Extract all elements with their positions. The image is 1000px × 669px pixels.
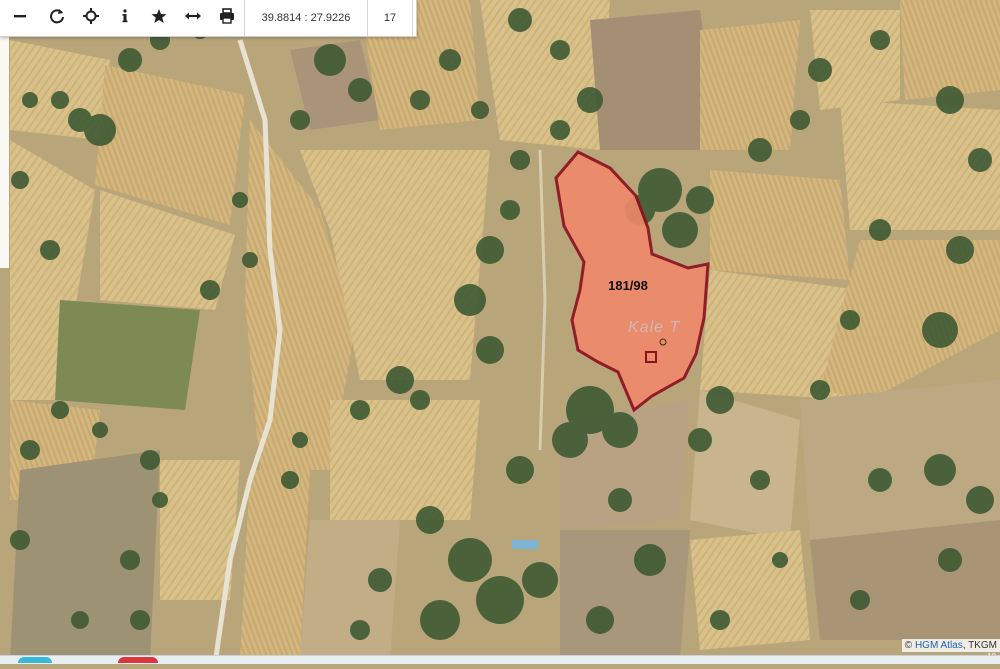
parcel-overlay: 181/98 Kale T	[554, 150, 710, 413]
place-name-label: Kale T	[628, 319, 680, 336]
arrows-horizontal-icon	[185, 8, 201, 29]
crosshair-icon	[83, 7, 99, 29]
map-toolbar: 39.8814 : 27.9226 17	[0, 0, 417, 37]
refresh-button[interactable]	[40, 0, 74, 36]
measure-button[interactable]	[176, 0, 210, 36]
zoom-out-button[interactable]	[0, 0, 40, 36]
parcel-label: 181/98	[608, 278, 648, 293]
favorite-button[interactable]	[142, 0, 176, 36]
side-panel-edge[interactable]	[0, 36, 9, 268]
bottom-tab-blue[interactable]	[18, 657, 52, 663]
hgm-atlas-link[interactable]: HGM Atlas	[915, 640, 963, 651]
locate-button[interactable]	[74, 0, 108, 36]
star-icon	[151, 8, 167, 29]
bottom-bar	[0, 655, 1000, 664]
zoom-level-readout: 17	[367, 0, 413, 36]
refresh-icon	[49, 8, 65, 29]
info-icon	[117, 8, 133, 29]
coordinate-readout: 39.8814 : 27.9226	[244, 0, 367, 36]
printer-icon	[219, 7, 235, 29]
satellite-map[interactable]: 181/98 Kale T	[0, 0, 1000, 665]
bottom-tab-red[interactable]	[118, 657, 158, 663]
info-button[interactable]	[108, 0, 142, 36]
attribution-suffix: , TKGM	[962, 640, 997, 651]
minus-icon	[12, 8, 28, 29]
map-attribution: © HGM Atlas, TKGM	[901, 639, 1000, 652]
print-button[interactable]	[210, 0, 244, 36]
attribution-prefix: ©	[904, 640, 915, 651]
